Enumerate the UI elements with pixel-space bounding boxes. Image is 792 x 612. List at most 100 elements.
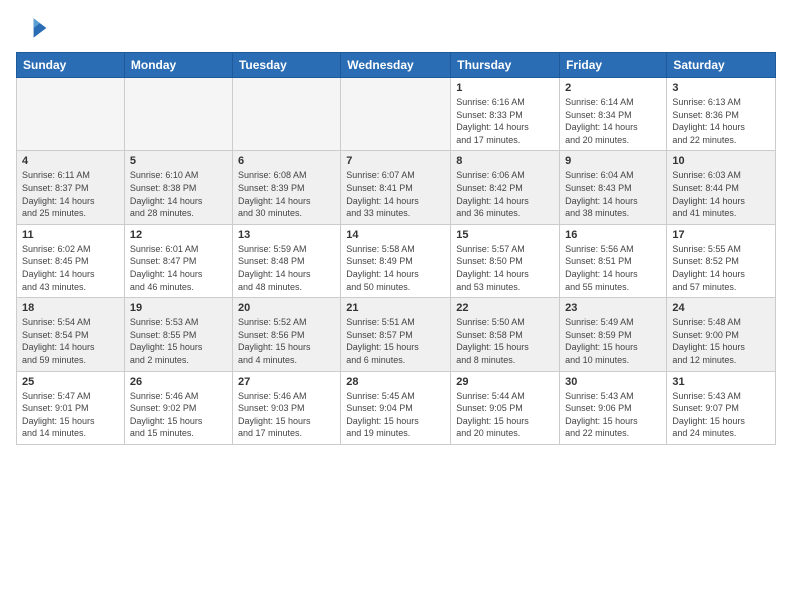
day-info: Sunrise: 5:54 AM Sunset: 8:54 PM Dayligh… bbox=[22, 316, 119, 366]
day-number: 29 bbox=[456, 376, 554, 388]
day-number: 14 bbox=[346, 229, 445, 241]
day-info: Sunrise: 5:56 AM Sunset: 8:51 PM Dayligh… bbox=[565, 243, 661, 293]
calendar-cell: 22 Sunrise: 5:50 AM Sunset: 8:58 PM Dayli… bbox=[451, 298, 560, 371]
day-info: Sunrise: 6:07 AM Sunset: 8:41 PM Dayligh… bbox=[346, 169, 445, 219]
calendar-cell: 28 Sunrise: 5:45 AM Sunset: 9:04 PM Dayli… bbox=[341, 371, 451, 444]
day-number: 23 bbox=[565, 302, 661, 314]
day-number: 12 bbox=[130, 229, 227, 241]
calendar-cell bbox=[124, 78, 232, 151]
calendar-cell bbox=[341, 78, 451, 151]
calendar-cell: 3 Sunrise: 6:13 AM Sunset: 8:36 PM Daylig… bbox=[667, 78, 776, 151]
page: SundayMondayTuesdayWednesdayThursdayFrid… bbox=[0, 0, 792, 612]
weekday-header-friday: Friday bbox=[560, 53, 667, 78]
weekday-header-thursday: Thursday bbox=[451, 53, 560, 78]
calendar-cell: 8Sunrise: 6:06 AM Sunset: 8:42 PM Daylig… bbox=[451, 151, 560, 224]
calendar-cell: 11 Sunrise: 6:02 AM Sunset: 8:45 PM Dayli… bbox=[17, 224, 125, 297]
calendar-week-5: 25 Sunrise: 5:47 AM Sunset: 9:01 PM Dayli… bbox=[17, 371, 776, 444]
calendar-week-2: 4 Sunrise: 6:11 AM Sunset: 8:37 PM Daylig… bbox=[17, 151, 776, 224]
weekday-header-saturday: Saturday bbox=[667, 53, 776, 78]
calendar-cell: 17Sunrise: 5:55 AM Sunset: 8:52 PM Dayli… bbox=[667, 224, 776, 297]
day-info: Sunrise: 5:57 AM Sunset: 8:50 PM Dayligh… bbox=[456, 243, 554, 293]
day-info: Sunrise: 6:16 AM Sunset: 8:33 PM Dayligh… bbox=[456, 96, 554, 146]
day-info: Sunrise: 5:52 AM Sunset: 8:56 PM Dayligh… bbox=[238, 316, 335, 366]
day-number: 28 bbox=[346, 376, 445, 388]
calendar-week-3: 11 Sunrise: 6:02 AM Sunset: 8:45 PM Dayli… bbox=[17, 224, 776, 297]
calendar-cell: 16Sunrise: 5:56 AM Sunset: 8:51 PM Dayli… bbox=[560, 224, 667, 297]
day-info: Sunrise: 5:44 AM Sunset: 9:05 PM Dayligh… bbox=[456, 390, 554, 440]
day-number: 8 bbox=[456, 155, 554, 167]
calendar-cell: 19 Sunrise: 5:53 AM Sunset: 8:55 PM Dayli… bbox=[124, 298, 232, 371]
calendar-cell: 13 Sunrise: 5:59 AM Sunset: 8:48 PM Dayli… bbox=[232, 224, 340, 297]
logo-icon bbox=[16, 12, 48, 44]
calendar-cell: 27Sunrise: 5:46 AM Sunset: 9:03 PM Dayli… bbox=[232, 371, 340, 444]
day-number: 15 bbox=[456, 229, 554, 241]
weekday-header-monday: Monday bbox=[124, 53, 232, 78]
calendar-cell: 10 Sunrise: 6:03 AM Sunset: 8:44 PM Dayli… bbox=[667, 151, 776, 224]
calendar-cell: 21 Sunrise: 5:51 AM Sunset: 8:57 PM Dayli… bbox=[341, 298, 451, 371]
day-info: Sunrise: 6:13 AM Sunset: 8:36 PM Dayligh… bbox=[672, 96, 770, 146]
day-info: Sunrise: 5:53 AM Sunset: 8:55 PM Dayligh… bbox=[130, 316, 227, 366]
day-info: Sunrise: 6:02 AM Sunset: 8:45 PM Dayligh… bbox=[22, 243, 119, 293]
day-number: 21 bbox=[346, 302, 445, 314]
day-info: Sunrise: 6:03 AM Sunset: 8:44 PM Dayligh… bbox=[672, 169, 770, 219]
day-number: 11 bbox=[22, 229, 119, 241]
day-info: Sunrise: 6:04 AM Sunset: 8:43 PM Dayligh… bbox=[565, 169, 661, 219]
day-number: 6 bbox=[238, 155, 335, 167]
calendar-cell: 12 Sunrise: 6:01 AM Sunset: 8:47 PM Dayli… bbox=[124, 224, 232, 297]
calendar-cell: 14 Sunrise: 5:58 AM Sunset: 8:49 PM Dayli… bbox=[341, 224, 451, 297]
day-number: 7 bbox=[346, 155, 445, 167]
day-number: 10 bbox=[672, 155, 770, 167]
day-info: Sunrise: 5:49 AM Sunset: 8:59 PM Dayligh… bbox=[565, 316, 661, 366]
day-number: 13 bbox=[238, 229, 335, 241]
day-info: Sunrise: 5:51 AM Sunset: 8:57 PM Dayligh… bbox=[346, 316, 445, 366]
day-info: Sunrise: 5:43 AM Sunset: 9:06 PM Dayligh… bbox=[565, 390, 661, 440]
day-info: Sunrise: 6:08 AM Sunset: 8:39 PM Dayligh… bbox=[238, 169, 335, 219]
day-number: 22 bbox=[456, 302, 554, 314]
day-info: Sunrise: 5:43 AM Sunset: 9:07 PM Dayligh… bbox=[672, 390, 770, 440]
calendar-cell: 25 Sunrise: 5:47 AM Sunset: 9:01 PM Dayli… bbox=[17, 371, 125, 444]
day-info: Sunrise: 5:47 AM Sunset: 9:01 PM Dayligh… bbox=[22, 390, 119, 440]
calendar-cell: 24 Sunrise: 5:48 AM Sunset: 9:00 PM Dayli… bbox=[667, 298, 776, 371]
day-info: Sunrise: 5:58 AM Sunset: 8:49 PM Dayligh… bbox=[346, 243, 445, 293]
calendar-cell: 31 Sunrise: 5:43 AM Sunset: 9:07 PM Dayli… bbox=[667, 371, 776, 444]
day-number: 27 bbox=[238, 376, 335, 388]
day-number: 20 bbox=[238, 302, 335, 314]
calendar-cell: 26Sunrise: 5:46 AM Sunset: 9:02 PM Dayli… bbox=[124, 371, 232, 444]
calendar-cell: 29 Sunrise: 5:44 AM Sunset: 9:05 PM Dayli… bbox=[451, 371, 560, 444]
weekday-header-sunday: Sunday bbox=[17, 53, 125, 78]
calendar: SundayMondayTuesdayWednesdayThursdayFrid… bbox=[16, 52, 776, 445]
calendar-cell bbox=[17, 78, 125, 151]
calendar-cell: 2Sunrise: 6:14 AM Sunset: 8:34 PM Daylig… bbox=[560, 78, 667, 151]
weekday-header-tuesday: Tuesday bbox=[232, 53, 340, 78]
day-number: 30 bbox=[565, 376, 661, 388]
weekday-header-row: SundayMondayTuesdayWednesdayThursdayFrid… bbox=[17, 53, 776, 78]
day-info: Sunrise: 5:48 AM Sunset: 9:00 PM Dayligh… bbox=[672, 316, 770, 366]
day-info: Sunrise: 6:11 AM Sunset: 8:37 PM Dayligh… bbox=[22, 169, 119, 219]
day-number: 9 bbox=[565, 155, 661, 167]
day-number: 3 bbox=[672, 82, 770, 94]
day-number: 1 bbox=[456, 82, 554, 94]
calendar-week-1: 1 Sunrise: 6:16 AM Sunset: 8:33 PM Daylig… bbox=[17, 78, 776, 151]
calendar-cell: 6 Sunrise: 6:08 AM Sunset: 8:39 PM Daylig… bbox=[232, 151, 340, 224]
logo bbox=[16, 12, 52, 44]
day-number: 24 bbox=[672, 302, 770, 314]
day-info: Sunrise: 5:59 AM Sunset: 8:48 PM Dayligh… bbox=[238, 243, 335, 293]
day-number: 31 bbox=[672, 376, 770, 388]
day-number: 17 bbox=[672, 229, 770, 241]
day-number: 25 bbox=[22, 376, 119, 388]
calendar-cell: 5Sunrise: 6:10 AM Sunset: 8:38 PM Daylig… bbox=[124, 151, 232, 224]
calendar-cell: 30 Sunrise: 5:43 AM Sunset: 9:06 PM Dayli… bbox=[560, 371, 667, 444]
calendar-cell: 1 Sunrise: 6:16 AM Sunset: 8:33 PM Daylig… bbox=[451, 78, 560, 151]
calendar-cell: 7 Sunrise: 6:07 AM Sunset: 8:41 PM Daylig… bbox=[341, 151, 451, 224]
calendar-cell: 18Sunrise: 5:54 AM Sunset: 8:54 PM Dayli… bbox=[17, 298, 125, 371]
calendar-week-4: 18Sunrise: 5:54 AM Sunset: 8:54 PM Dayli… bbox=[17, 298, 776, 371]
day-info: Sunrise: 6:10 AM Sunset: 8:38 PM Dayligh… bbox=[130, 169, 227, 219]
calendar-cell: 9 Sunrise: 6:04 AM Sunset: 8:43 PM Daylig… bbox=[560, 151, 667, 224]
header bbox=[16, 12, 776, 44]
day-info: Sunrise: 6:01 AM Sunset: 8:47 PM Dayligh… bbox=[130, 243, 227, 293]
day-info: Sunrise: 5:50 AM Sunset: 8:58 PM Dayligh… bbox=[456, 316, 554, 366]
day-info: Sunrise: 6:14 AM Sunset: 8:34 PM Dayligh… bbox=[565, 96, 661, 146]
day-number: 19 bbox=[130, 302, 227, 314]
day-info: Sunrise: 5:45 AM Sunset: 9:04 PM Dayligh… bbox=[346, 390, 445, 440]
day-number: 4 bbox=[22, 155, 119, 167]
